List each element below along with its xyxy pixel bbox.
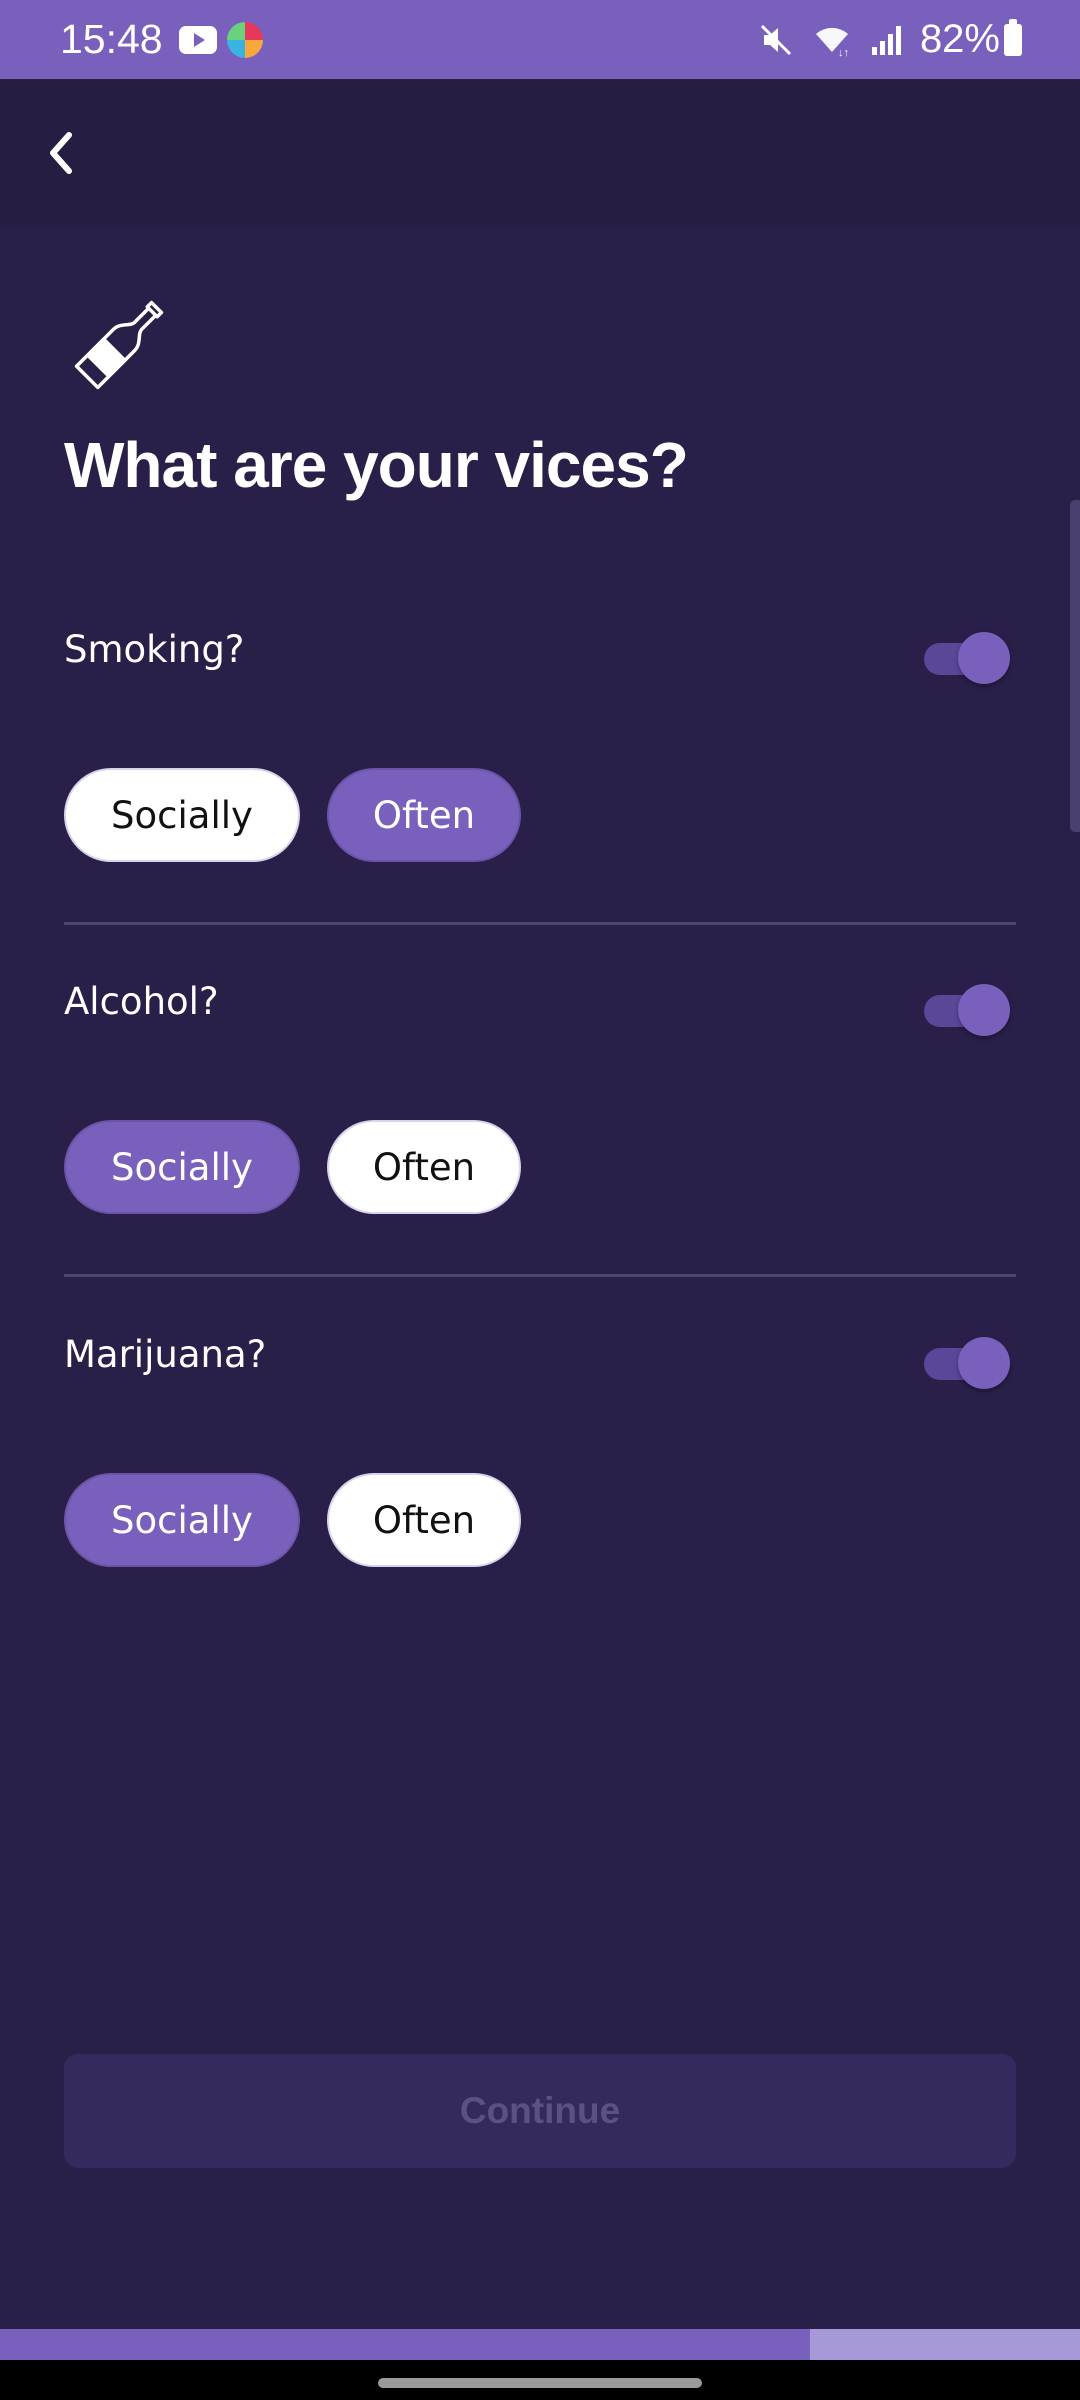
continue-button[interactable]: Continue: [64, 2054, 1016, 2168]
marijuana-often-chip[interactable]: Often: [327, 1473, 521, 1567]
navigation-bar: [0, 2360, 1080, 2400]
signal-icon: [870, 23, 904, 57]
chevron-left-icon: [50, 132, 72, 174]
mute-icon: [758, 22, 794, 58]
toggle-thumb: [958, 1337, 1010, 1389]
wifi-icon: ↓↑: [812, 22, 852, 58]
onboarding-progress-bar: [0, 2329, 1080, 2360]
smoking-often-chip[interactable]: Often: [327, 768, 521, 862]
divider: [64, 922, 1016, 925]
status-time: 15:48: [60, 16, 163, 62]
vice-label: Marijuana?: [64, 1333, 267, 1376]
bottle-icon: [74, 300, 164, 390]
scroll-indicator[interactable]: [1070, 500, 1080, 832]
toggle-thumb: [958, 632, 1010, 684]
page-title: What are your vices?: [64, 429, 689, 501]
vice-label: Smoking?: [64, 628, 245, 671]
alcohol-socially-chip[interactable]: Socially: [64, 1120, 300, 1214]
smoking-toggle[interactable]: [922, 632, 1010, 684]
marijuana-toggle[interactable]: [922, 1337, 1010, 1389]
svg-text:↓↑: ↓↑: [838, 47, 849, 58]
battery-icon: [1004, 18, 1022, 56]
marijuana-socially-chip[interactable]: Socially: [64, 1473, 300, 1567]
status-bar: 15:48 ↓↑ 82%: [0, 0, 1080, 79]
smoking-socially-chip[interactable]: Socially: [64, 768, 300, 862]
toggle-thumb: [958, 984, 1010, 1036]
alcohol-often-chip[interactable]: Often: [327, 1120, 521, 1214]
back-button[interactable]: [36, 121, 84, 185]
battery-percent: 82%: [919, 17, 1000, 61]
divider: [64, 1274, 1016, 1277]
vice-label: Alcohol?: [64, 980, 219, 1023]
home-handle[interactable]: [378, 2378, 702, 2388]
app-notification-icon: [226, 21, 263, 58]
top-bar: [0, 79, 1080, 227]
progress-fill: [0, 2329, 810, 2360]
youtube-icon: [178, 25, 217, 54]
alcohol-toggle[interactable]: [922, 984, 1010, 1036]
